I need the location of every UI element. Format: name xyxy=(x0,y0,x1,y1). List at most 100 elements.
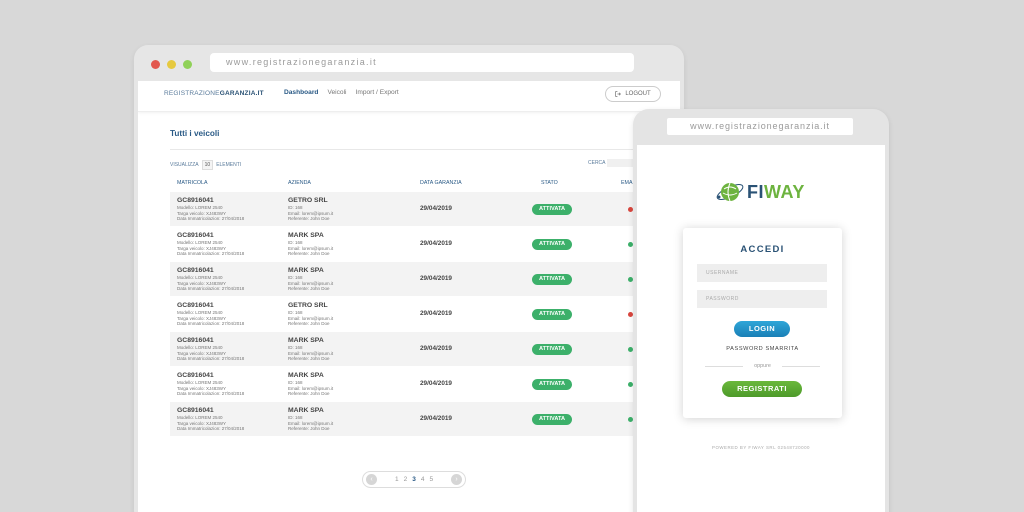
cell-azienda: MARK SPA ID: 168 Email: lorem@ipsum.it Refe… xyxy=(288,232,333,257)
cell-data-garanzia: 29/04/2019 xyxy=(420,415,452,422)
cell-azienda: MARK SPA ID: 168 Email: lorem@ipsum.it Refe… xyxy=(288,372,333,397)
cell-data-garanzia: 29/04/2019 xyxy=(420,380,452,387)
table-row[interactable]: GC8916041 Modello: LOREM 2540 Targa veicol… xyxy=(170,332,680,367)
table-row[interactable]: GC8916041 Modello: LOREM 2540 Targa veicol… xyxy=(170,227,680,262)
cell-data-garanzia: 29/04/2019 xyxy=(420,345,452,352)
matricola-code: GC8916041 xyxy=(177,267,214,274)
cell-azienda: MARK SPA ID: 168 Email: lorem@ipsum.it Refe… xyxy=(288,337,333,362)
azienda-referente: Referente: John Doe xyxy=(288,321,330,327)
table-row[interactable]: GC8916041 Modello: LOREM 2540 Targa veicol… xyxy=(170,367,680,402)
azienda-name: MARK SPA xyxy=(288,407,324,414)
vehicles-table-body: GC8916041 Modello: LOREM 2540 Targa veicol… xyxy=(170,192,680,437)
password-input[interactable]: PASSWORD xyxy=(697,290,827,308)
logout-button[interactable]: LOGOUT xyxy=(605,86,661,102)
window-minimize-dot[interactable] xyxy=(167,60,176,69)
desktop-screen: REGISTRAZIONEGARANZIA.IT Dashboard Veico… xyxy=(138,81,680,512)
cell-data-garanzia: 29/04/2019 xyxy=(420,275,452,282)
page-number[interactable]: 2 xyxy=(404,476,408,483)
data-immatricolazione: Data Immatricolazion: 27/04/2018 xyxy=(177,391,245,397)
mobile-mockup: www.registrazionegaranzia.it FIWAY ACCED… xyxy=(633,109,889,512)
cell-matricola: GC8916041 Modello: LOREM 2540 Targa veicol… xyxy=(177,232,244,257)
or-separator: oppure xyxy=(754,363,771,369)
cell-matricola: GC8916041 Modello: LOREM 2540 Targa veicol… xyxy=(177,197,244,222)
azienda-referente: Referente: John Doe xyxy=(288,356,330,362)
forgot-password-link[interactable]: PASSWORD SMARRITA xyxy=(683,346,842,352)
status-badge: ATTIVATA xyxy=(532,414,572,425)
cell-data-garanzia: 29/04/2019 xyxy=(420,240,452,247)
search-label: CERCA xyxy=(588,160,606,166)
status-badge: ATTIVATA xyxy=(532,239,572,250)
menu-item-import-export[interactable]: Import / Export xyxy=(356,89,399,96)
top-navbar: REGISTRAZIONEGARANZIA.IT Dashboard Veico… xyxy=(138,81,680,112)
matricola-code: GC8916041 xyxy=(177,197,214,204)
table-row[interactable]: GC8916041 Modello: LOREM 2540 Targa veicol… xyxy=(170,262,680,297)
logo-fi: FI xyxy=(747,181,764,202)
status-badge: ATTIVATA xyxy=(532,204,572,215)
logo-text: FIWAY xyxy=(747,182,805,203)
azienda-name: MARK SPA xyxy=(288,337,324,344)
col-matricola[interactable]: MATRICOLA xyxy=(177,180,208,186)
fiway-globe-logo xyxy=(716,182,744,202)
table-row[interactable]: GC8916041 Modello: LOREM 2540 Targa veicol… xyxy=(170,402,680,437)
prev-arrow-icon[interactable]: ‹ xyxy=(366,474,377,485)
azienda-name: GETRO SRL xyxy=(288,302,328,309)
azienda-referente: Referente: John Doe xyxy=(288,216,330,222)
status-badge: ATTIVATA xyxy=(532,344,572,355)
matricola-code: GC8916041 xyxy=(177,232,214,239)
logout-icon xyxy=(615,91,622,97)
col-ema[interactable]: EMA xyxy=(621,180,632,186)
page-size-select[interactable]: 10 xyxy=(201,160,214,170)
window-close-dot[interactable] xyxy=(151,60,160,69)
page-number[interactable]: 4 xyxy=(421,476,425,483)
table-row[interactable]: GC8916041 Modello: LOREM 2540 Targa veicol… xyxy=(170,297,680,332)
col-stato[interactable]: STATO xyxy=(541,180,558,186)
cell-matricola: GC8916041 Modello: LOREM 2540 Targa veicol… xyxy=(177,337,244,362)
azienda-name: GETRO SRL xyxy=(288,197,328,204)
matricola-code: GC8916041 xyxy=(177,302,214,309)
elementi-label: ELEMENTI xyxy=(216,162,242,168)
status-badge: ATTIVATA xyxy=(532,274,572,285)
login-card: ACCEDI USERNAME PASSWORD LOGIN PASSWORD … xyxy=(683,228,842,418)
azienda-name: MARK SPA xyxy=(288,372,324,379)
menu-item-veicoli[interactable]: Veicoli xyxy=(327,89,346,96)
cell-azienda: GETRO SRL ID: 168 Email: lorem@ipsum.it Ref… xyxy=(288,302,333,327)
cell-data-garanzia: 29/04/2019 xyxy=(420,205,452,212)
login-button[interactable]: LOGIN xyxy=(734,321,790,337)
main-menu: Dashboard Veicoli Import / Export xyxy=(284,89,399,96)
main-content: Tutti i veicoli VISUALIZZA 10 ELEMENTI C… xyxy=(170,129,680,437)
brand-light: REGISTRAZIONE xyxy=(164,90,220,97)
page-number[interactable]: 3 xyxy=(412,476,416,483)
mobile-url-bar[interactable]: www.registrazionegaranzia.it xyxy=(667,118,853,135)
logo-way: WAY xyxy=(764,181,805,202)
page-number[interactable]: 1 xyxy=(395,476,399,483)
next-arrow-icon[interactable]: › xyxy=(451,474,462,485)
azienda-referente: Referente: John Doe xyxy=(288,391,330,397)
cell-azienda: GETRO SRL ID: 168 Email: lorem@ipsum.it Ref… xyxy=(288,197,333,222)
mobile-screen: FIWAY ACCEDI USERNAME PASSWORD LOGIN PAS… xyxy=(637,145,885,512)
page-title: Tutti i veicoli xyxy=(170,129,220,138)
username-input[interactable]: USERNAME xyxy=(697,264,827,282)
logout-label: LOGOUT xyxy=(625,91,651,97)
window-maximize-dot[interactable] xyxy=(183,60,192,69)
register-button[interactable]: REGISTRATI xyxy=(722,381,802,397)
data-immatricolazione: Data Immatricolazion: 27/04/2018 xyxy=(177,321,245,327)
menu-item-dashboard[interactable]: Dashboard xyxy=(284,89,318,96)
cell-azienda: MARK SPA ID: 168 Email: lorem@ipsum.it Refe… xyxy=(288,407,333,432)
table-header: MATRICOLA AZIENDA DATA GARANZIA STATO EM… xyxy=(170,180,680,192)
matricola-code: GC8916041 xyxy=(177,372,214,379)
cell-data-garanzia: 29/04/2019 xyxy=(420,310,452,317)
col-azienda[interactable]: AZIENDA xyxy=(288,180,311,186)
brand-logo[interactable]: REGISTRAZIONEGARANZIA.IT xyxy=(164,90,264,97)
brand-bold: GARANZIA.IT xyxy=(219,90,264,97)
azienda-referente: Referente: John Doe xyxy=(288,426,330,432)
cell-matricola: GC8916041 Modello: LOREM 2540 Targa veicol… xyxy=(177,372,244,397)
desktop-url-bar[interactable]: www.registrazionegaranzia.it xyxy=(210,53,634,72)
status-badge: ATTIVATA xyxy=(532,379,572,390)
table-row[interactable]: GC8916041 Modello: LOREM 2540 Targa veicol… xyxy=(170,192,680,227)
pagination: ‹ 12345 › xyxy=(362,471,466,488)
col-data-garanzia[interactable]: DATA GARANZIA xyxy=(420,180,462,186)
window-controls xyxy=(151,60,192,69)
title-divider xyxy=(170,149,670,150)
page-number[interactable]: 5 xyxy=(429,476,433,483)
azienda-referente: Referente: John Doe xyxy=(288,286,330,292)
